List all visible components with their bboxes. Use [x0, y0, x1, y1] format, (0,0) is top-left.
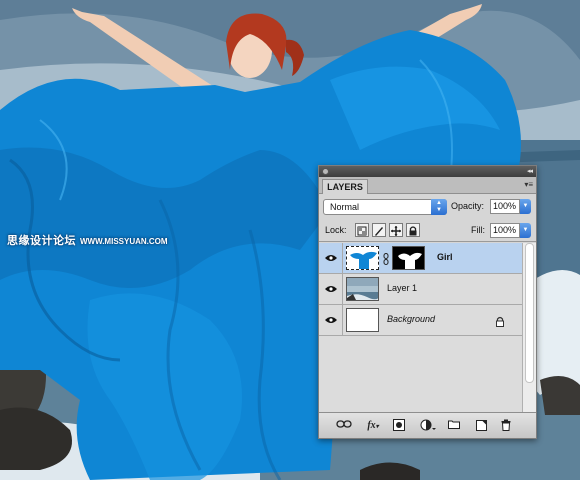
- layer-thumbnail[interactable]: [346, 308, 379, 332]
- panel-tab-row: LAYERS ▾≡: [319, 177, 536, 194]
- layer-name-girl[interactable]: Girl: [437, 252, 453, 262]
- watermark-site: 思缘设计论坛: [7, 235, 76, 247]
- scroll-thumb[interactable]: [525, 243, 534, 383]
- lock-transparent-icon[interactable]: [355, 223, 369, 237]
- lock-row: Lock: Fill: 100% ▼: [319, 218, 536, 242]
- trash-icon[interactable]: [499, 419, 513, 433]
- collapse-icon[interactable]: ◂◂: [527, 166, 533, 177]
- link-icon[interactable]: [383, 252, 389, 270]
- fill-dropdown-icon[interactable]: ▼: [520, 223, 531, 238]
- lock-label: Lock:: [325, 225, 347, 235]
- panel-footer: fx▾: [319, 412, 536, 438]
- link-layers-icon[interactable]: [335, 419, 353, 433]
- lock-icon: [495, 314, 505, 332]
- blend-row: Normal ▲ ▼ Opacity: 100% ▼: [319, 194, 536, 218]
- layers-panel: ◂◂ LAYERS ▾≡ Normal ▲ ▼ Opacity: 100% ▼ L…: [318, 165, 537, 439]
- layers-list: Girl Layer 1 Background: [319, 243, 536, 413]
- layer-row-background[interactable]: Background: [319, 305, 522, 336]
- lock-move-icon[interactable]: [389, 223, 403, 237]
- close-icon[interactable]: [322, 168, 329, 175]
- watermark-url: WWW.MISSYUAN.COM: [80, 237, 168, 246]
- fill-label: Fill:: [471, 225, 485, 235]
- visibility-toggle[interactable]: [319, 274, 343, 304]
- layers-scrollbar[interactable]: [522, 243, 536, 413]
- layer-thumbnail[interactable]: [346, 277, 379, 301]
- visibility-toggle[interactable]: [319, 305, 343, 335]
- eye-icon: [325, 317, 337, 323]
- eye-icon: [325, 286, 337, 292]
- lock-all-icon[interactable]: [406, 223, 420, 237]
- mask-icon[interactable]: [392, 419, 406, 433]
- blend-mode-value: Normal: [330, 202, 360, 212]
- layer-mask-thumbnail[interactable]: [392, 246, 425, 270]
- layer-name-layer-1[interactable]: Layer 1: [387, 283, 417, 293]
- opacity-dropdown-icon[interactable]: ▼: [520, 199, 531, 214]
- eye-icon: [325, 255, 337, 261]
- fill-field[interactable]: 100%: [490, 223, 520, 238]
- lock-brush-icon[interactable]: [372, 223, 386, 237]
- tab-layers[interactable]: LAYERS: [322, 179, 368, 194]
- new-layer-icon[interactable]: [474, 419, 488, 433]
- adjustment-icon[interactable]: [419, 419, 437, 433]
- layer-row-layer-1[interactable]: Layer 1: [319, 274, 522, 305]
- layer-thumbnail[interactable]: [346, 246, 379, 270]
- panel-titlebar[interactable]: ◂◂: [319, 166, 536, 177]
- blend-mode-select[interactable]: Normal ▲ ▼: [323, 199, 447, 215]
- fx-icon[interactable]: fx▾: [363, 419, 383, 433]
- opacity-field[interactable]: 100%: [490, 199, 520, 214]
- panel-menu-icon[interactable]: ▾≡: [524, 179, 533, 191]
- visibility-toggle[interactable]: [319, 243, 343, 273]
- folder-icon[interactable]: [447, 419, 461, 433]
- watermark: 思缘设计论坛 WWW.MISSYUAN.COM: [7, 232, 168, 248]
- opacity-label: Opacity:: [451, 201, 485, 211]
- layer-name-background[interactable]: Background: [387, 314, 435, 324]
- layer-row-girl[interactable]: Girl: [319, 243, 522, 274]
- select-arrows-icon[interactable]: ▲ ▼: [431, 199, 447, 215]
